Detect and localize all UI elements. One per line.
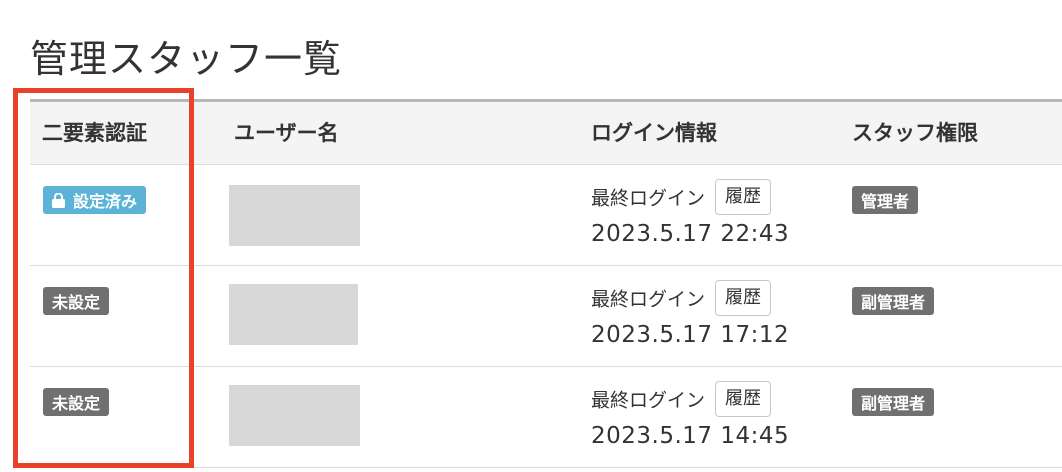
role-badge: 副管理者 — [852, 388, 935, 416]
username-placeholder — [229, 385, 360, 446]
header-login-info[interactable]: ログイン情報 — [591, 102, 717, 164]
lock-icon — [52, 192, 65, 208]
two-factor-label: 設定済み — [73, 192, 138, 211]
table-row: 未設定 最終ログイン 履歴 2023.5.17 17:12 副管理者 — [30, 266, 1062, 367]
staff-table: 二要素認証 ユーザー名 ログイン情報 スタッフ権限 設定済み 最終ログイン 履歴 … — [30, 99, 1062, 468]
header-two-factor[interactable]: 二要素認証 — [42, 102, 147, 164]
history-button[interactable]: 履歴 — [715, 179, 772, 215]
last-login-label: 最終ログイン — [591, 288, 706, 311]
history-button[interactable]: 履歴 — [715, 280, 772, 316]
page-title: 管理スタッフ一覧 — [30, 37, 343, 81]
table-row: 未設定 最終ログイン 履歴 2023.5.17 14:45 副管理者 — [30, 367, 1062, 468]
login-info: 最終ログイン 履歴 2023.5.17 17:12 — [591, 280, 789, 348]
two-factor-badge: 未設定 — [43, 388, 110, 416]
role-badge: 副管理者 — [852, 287, 935, 315]
history-button[interactable]: 履歴 — [715, 381, 772, 417]
last-login-label: 最終ログイン — [591, 187, 706, 210]
role-badge: 管理者 — [852, 186, 919, 214]
table-header: 二要素認証 ユーザー名 ログイン情報 スタッフ権限 — [30, 102, 1062, 165]
header-permission[interactable]: スタッフ権限 — [852, 102, 978, 164]
login-date: 2023.5.17 17:12 — [591, 322, 790, 348]
login-info: 最終ログイン 履歴 2023.5.17 14:45 — [591, 381, 789, 449]
login-date: 2023.5.17 14:45 — [591, 423, 790, 449]
username-placeholder — [229, 185, 360, 246]
two-factor-badge: 設定済み — [43, 186, 147, 214]
last-login-label: 最終ログイン — [591, 389, 706, 412]
login-date: 2023.5.17 22:43 — [591, 221, 790, 247]
table-row: 設定済み 最終ログイン 履歴 2023.5.17 22:43 管理者 — [30, 165, 1062, 266]
login-info: 最終ログイン 履歴 2023.5.17 22:43 — [591, 179, 789, 247]
header-username[interactable]: ユーザー名 — [234, 102, 339, 164]
two-factor-badge: 未設定 — [43, 287, 110, 315]
username-placeholder — [229, 284, 358, 345]
